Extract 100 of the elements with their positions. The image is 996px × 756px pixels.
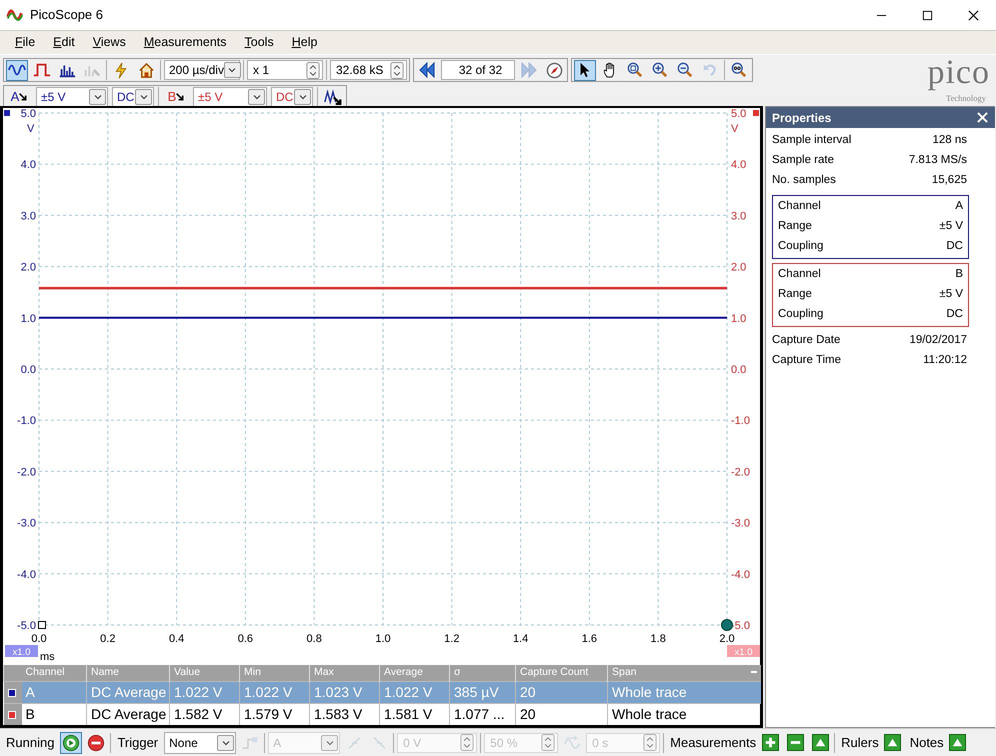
column-header[interactable]: Average bbox=[380, 664, 450, 681]
column-header[interactable]: Max bbox=[310, 664, 380, 681]
column-header[interactable]: Channel bbox=[22, 664, 86, 681]
sine-wave-icon bbox=[8, 62, 26, 78]
add-measurement-button[interactable] bbox=[759, 732, 782, 753]
property-value: 11:20:12 bbox=[923, 353, 967, 368]
property-value: ±5 V bbox=[939, 287, 963, 302]
x-axis-label: 1.6 bbox=[582, 633, 598, 645]
column-header[interactable]: Capture Count bbox=[516, 664, 608, 681]
table-cell: 1.022 V bbox=[380, 681, 450, 703]
square-marker-icon bbox=[38, 621, 46, 629]
y-axis-label: 5.0 bbox=[20, 108, 36, 120]
pointer-tool-button[interactable] bbox=[574, 60, 596, 80]
y-axis-label: -4.0 bbox=[17, 568, 36, 581]
square-wave-icon bbox=[33, 62, 51, 78]
x-axis-label: 0.6 bbox=[238, 633, 254, 645]
menu-item[interactable]: Edit bbox=[44, 33, 84, 52]
column-header[interactable]: Name bbox=[86, 664, 170, 681]
notes-panel-button[interactable] bbox=[946, 732, 969, 753]
spinner-arrows-icon bbox=[643, 734, 658, 751]
scale-badge: x1.0 bbox=[727, 645, 760, 658]
y-axis-label: 1.0 bbox=[20, 312, 36, 325]
table-cell: 1.023 V bbox=[310, 681, 380, 703]
compass-icon bbox=[546, 62, 562, 78]
measurement-row[interactable]: A DC Average 1.022 V 1.022 V 1.023 V 1.022 V 385 µV 20 Whole trace bbox=[4, 681, 760, 703]
zoom-factor-spinner[interactable]: x 1 bbox=[247, 60, 323, 80]
trigger-marker-icon bbox=[721, 619, 733, 631]
range-dropdown[interactable]: ±5 V bbox=[36, 87, 108, 107]
measurements-panel-button[interactable] bbox=[809, 732, 832, 753]
double-right-arrow-icon bbox=[520, 62, 538, 78]
delete-measurement-button[interactable] bbox=[784, 732, 806, 753]
y-axis-label: 5.0 bbox=[731, 108, 746, 120]
zoom-in-icon bbox=[651, 62, 669, 78]
channel-options-button[interactable]: B bbox=[163, 86, 189, 108]
menu-item[interactable]: File bbox=[6, 33, 44, 52]
y-axis-unit: V bbox=[27, 123, 34, 135]
coupling-dropdown[interactable]: DC bbox=[271, 87, 313, 107]
trigger-mode-dropdown[interactable]: None bbox=[164, 732, 236, 754]
timebase-dropdown[interactable]: 200 µs/div bbox=[164, 60, 240, 80]
measurements-label: Measurements bbox=[670, 734, 756, 752]
double-left-arrow-icon bbox=[418, 62, 436, 78]
sample-count-spinner[interactable]: 32.68 kS bbox=[330, 60, 407, 80]
chevron-down-icon bbox=[138, 92, 148, 102]
column-header[interactable]: σ bbox=[450, 664, 516, 681]
menu-item[interactable]: Measurements bbox=[134, 33, 236, 52]
table-cell: Whole trace bbox=[608, 681, 760, 703]
property-label: Sample interval bbox=[772, 133, 852, 148]
y-axis-label: 4.0 bbox=[20, 159, 36, 172]
notes-label: Notes bbox=[910, 734, 944, 752]
zoom-glasses-icon bbox=[730, 62, 748, 78]
y-axis-label: -2.0 bbox=[731, 466, 750, 478]
menu-item[interactable]: Tools bbox=[236, 33, 283, 52]
zoom-out-icon bbox=[676, 62, 694, 78]
start-button[interactable] bbox=[60, 732, 82, 754]
measurement-row[interactable]: B DC Average 1.582 V 1.579 V 1.583 V 1.581 V 1.077 ... 20 Whole trace bbox=[4, 703, 760, 725]
spinner-arrows-icon bbox=[460, 734, 474, 751]
minus-icon bbox=[786, 734, 804, 751]
stop-icon bbox=[87, 734, 106, 752]
property-value: A bbox=[955, 199, 963, 214]
maximize-icon bbox=[922, 10, 932, 20]
y-axis-label: 2.0 bbox=[731, 262, 746, 274]
close-icon bbox=[976, 112, 988, 123]
y-axis-label: -1.0 bbox=[17, 415, 36, 428]
scope-view-button[interactable] bbox=[6, 60, 28, 80]
rulers-panel-button[interactable] bbox=[882, 732, 904, 753]
step-edge-icon bbox=[242, 734, 259, 750]
logo-wordmark: pico bbox=[927, 58, 990, 88]
logo-tagline: Technology bbox=[946, 92, 986, 105]
property-label: Coupling bbox=[778, 239, 824, 254]
channel-options-button[interactable]: A bbox=[6, 86, 32, 108]
property-value: 7.813 MS/s bbox=[908, 153, 967, 168]
table-cell: DC Average bbox=[86, 681, 170, 703]
x-axis-label: 1.0 bbox=[375, 633, 391, 645]
property-label: Channel bbox=[778, 199, 821, 214]
x-axis-label: 0.0 bbox=[31, 633, 47, 645]
buffer-field[interactable]: 32 of 32 bbox=[441, 60, 515, 80]
y-axis-label: 4.0 bbox=[731, 159, 746, 172]
chevron-down-icon bbox=[252, 92, 262, 102]
y-axis-label: -2.0 bbox=[17, 466, 36, 478]
column-header[interactable]: Min bbox=[240, 664, 310, 681]
table-cell: 1.022 V bbox=[240, 681, 310, 703]
column-header[interactable]: Span bbox=[612, 666, 637, 678]
property-value: ±5 V bbox=[939, 219, 963, 234]
minimize-icon[interactable] bbox=[750, 670, 756, 673]
scale-badge: x1.0 bbox=[5, 645, 38, 658]
table-cell: A bbox=[22, 681, 86, 703]
column-header[interactable]: Value bbox=[170, 664, 240, 681]
menu-item[interactable]: Help bbox=[282, 33, 326, 52]
coupling-dropdown[interactable]: DC bbox=[112, 87, 154, 107]
wave-arrow-icon bbox=[564, 734, 581, 750]
spinner-arrows-icon bbox=[390, 62, 404, 78]
y-axis-label: 0.0 bbox=[20, 364, 36, 376]
property-value: DC bbox=[946, 307, 963, 322]
y-axis-label: 3.0 bbox=[20, 210, 36, 222]
table-cell: DC Average bbox=[86, 703, 170, 725]
property-value: 15,625 bbox=[932, 173, 967, 188]
menu-item[interactable]: Views bbox=[84, 33, 135, 52]
property-label: No. samples bbox=[772, 173, 836, 188]
x-axis-label: 0.2 bbox=[100, 633, 116, 645]
range-dropdown[interactable]: ±5 V bbox=[193, 87, 267, 107]
